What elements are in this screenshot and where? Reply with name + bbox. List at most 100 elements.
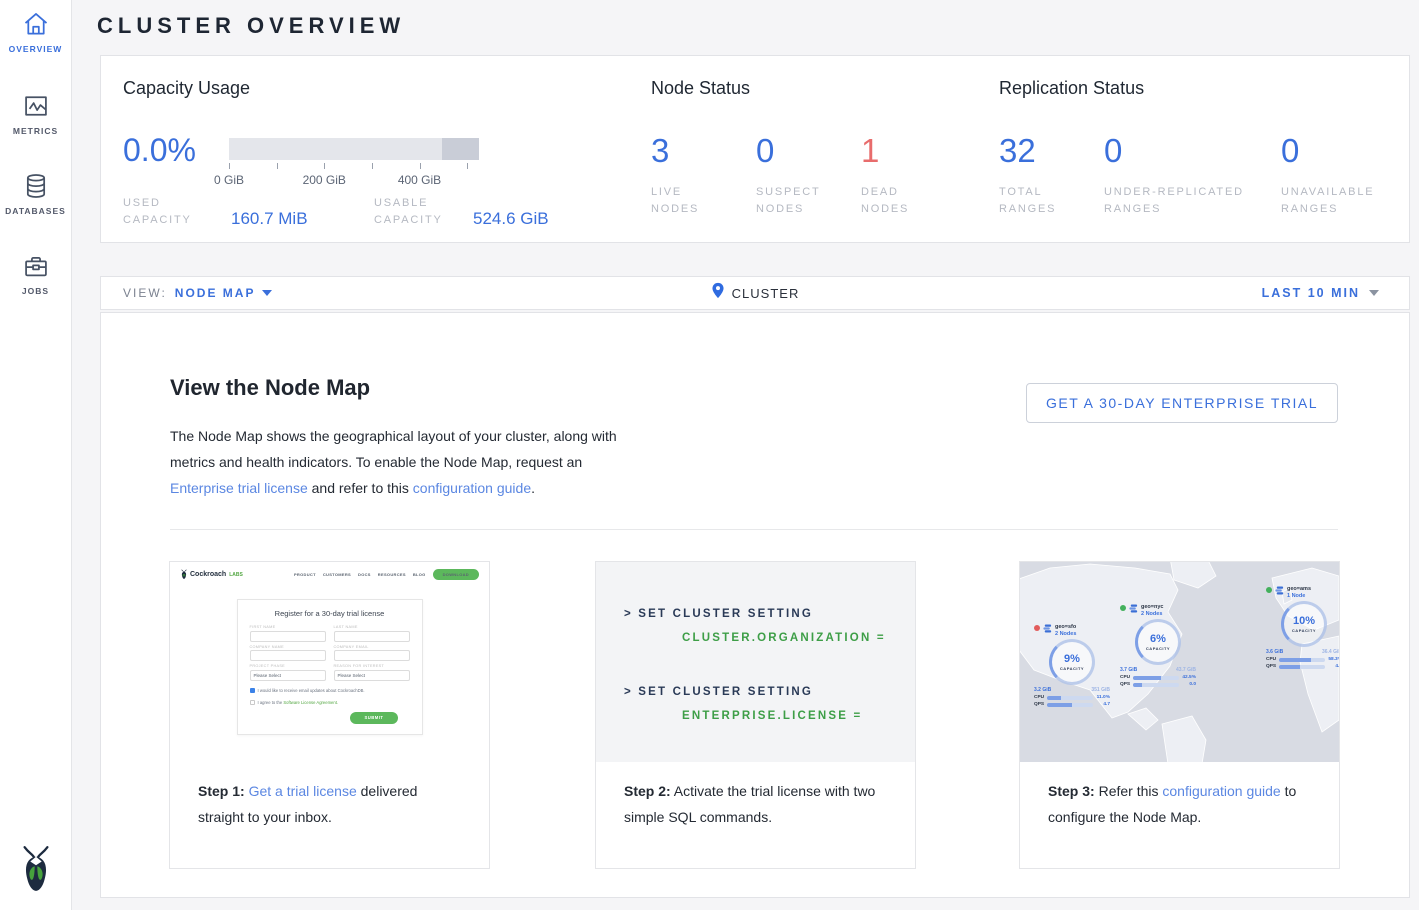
- used-capacity-label: USED CAPACITY: [123, 195, 218, 229]
- download-button: DOWNLOAD: [433, 569, 479, 580]
- text-field: [250, 650, 326, 661]
- cockroach-labs-logo: Cockroach LABS: [180, 569, 243, 580]
- checkbox-label: I agree to the: [258, 700, 284, 705]
- checkbox-checked-icon: [250, 688, 255, 693]
- sql-commands-illustration: > SET CLUSTER SETTING CLUSTER.ORGANIZATI…: [596, 562, 915, 764]
- locality-node-count: 2 Nodes: [1055, 631, 1076, 637]
- capacity-bar-reserved-segment: [442, 138, 480, 160]
- sidebar-item-databases[interactable]: DATABASES: [0, 172, 71, 216]
- unavailable-ranges-metric: 0 UNAVAILABLE RANGES: [1281, 132, 1406, 218]
- node-map-description: The Node Map shows the geographical layo…: [170, 423, 635, 501]
- axis-tick-label: 0 GiB: [214, 173, 244, 187]
- suspect-nodes-value: 0: [756, 132, 841, 170]
- home-icon: [22, 10, 50, 38]
- locality-name: geo=ams: [1287, 586, 1311, 592]
- capacity-bar: 0 GiB 200 GiB 400 GiB: [229, 138, 479, 189]
- cpu-value: 58.3%: [1328, 657, 1339, 662]
- usable-capacity-value: 524.6 GiB: [473, 209, 549, 229]
- capacity-axis-ticks: [229, 163, 479, 171]
- unavailable-ranges-label: UNAVAILABLE RANGES: [1281, 184, 1406, 218]
- capacity-ring: 9% CAPACITY: [1049, 639, 1095, 685]
- capacity-bar-usable-segment: [229, 138, 442, 160]
- locality-ams: geo=ams 1 Node 10% CAPACITY 3.6 GiB36.4 …: [1266, 586, 1339, 669]
- cluster-breadcrumb: CLUSTER: [101, 277, 1409, 309]
- total-ranges-metric: 32 TOTAL RANGES: [999, 132, 1074, 218]
- nav-item: PRODUCT: [294, 572, 316, 577]
- section-divider: [170, 529, 1338, 530]
- cluster-scope-label: CLUSTER: [732, 286, 800, 301]
- cpu-value: 42.5%: [1182, 675, 1196, 680]
- step3-caption: Step 3: Refer this configuration guide t…: [1020, 762, 1339, 868]
- brand-suffix: LABS: [229, 572, 243, 578]
- enterprise-trial-license-link[interactable]: Enterprise trial license: [170, 480, 308, 496]
- nav-item: RESOURCES: [378, 572, 406, 577]
- step3-card: geo=sfo 2 Nodes 9% CAPACITY 3.2 GiB351 G…: [1019, 561, 1340, 869]
- sidebar-item-label: DATABASES: [0, 206, 71, 216]
- suspect-nodes-label: SUSPECT NODES: [756, 184, 841, 218]
- sql-setting-line: CLUSTER.ORGANIZATION =: [596, 626, 915, 650]
- configuration-guide-link[interactable]: configuration guide: [413, 480, 531, 496]
- description-text: The Node Map shows the geographical layo…: [170, 428, 617, 470]
- sidebar-item-label: METRICS: [0, 126, 71, 136]
- sidebar-item-metrics[interactable]: METRICS: [0, 92, 71, 136]
- node-map-heading: View the Node Map: [170, 375, 370, 401]
- dead-nodes-metric: 1 DEAD NODES: [861, 132, 936, 218]
- qps-label: QPS: [1120, 682, 1130, 687]
- checkbox-label: I would like to receive email updates ab…: [258, 688, 365, 693]
- select-field: Please Select: [334, 670, 410, 681]
- capacity-total: 36.4 GiB: [1322, 649, 1339, 655]
- step2-card: > SET CLUSTER SETTING CLUSTER.ORGANIZATI…: [595, 561, 916, 869]
- capacity-label: CAPACITY: [1292, 628, 1316, 633]
- field-label: PROJECT PHASE: [250, 664, 326, 668]
- step-number: Step 3:: [1048, 783, 1095, 799]
- total-ranges-value: 32: [999, 132, 1074, 170]
- chevron-down-icon: [1369, 290, 1379, 296]
- time-range-dropdown[interactable]: LAST 10 MIN: [1262, 277, 1379, 309]
- enterprise-trial-button[interactable]: GET A 30-DAY ENTERPRISE TRIAL: [1026, 383, 1338, 423]
- cpu-label: CPU: [1034, 695, 1044, 700]
- time-range-value: LAST 10 MIN: [1262, 286, 1360, 300]
- under-replicated-ranges-label: UNDER-REPLICATED RANGES: [1104, 184, 1279, 218]
- status-dot-green: [1120, 605, 1126, 611]
- live-nodes-metric: 3 LIVE NODES: [651, 132, 726, 218]
- field-label: REASON FOR INTEREST: [334, 664, 410, 668]
- axis-tick-label: 200 GiB: [303, 173, 346, 187]
- usable-capacity-label: USABLE CAPACITY: [374, 195, 469, 229]
- capacity-usage-title: Capacity Usage: [123, 78, 250, 99]
- sidebar-item-label: OVERVIEW: [0, 44, 71, 54]
- license-agreement-link: Software License Agreement.: [283, 700, 338, 705]
- qps-value: 4.7: [1096, 702, 1110, 707]
- content-area: CLUSTER OVERVIEW Capacity Usage 0.0% 0 G…: [72, 0, 1419, 910]
- database-icon: [22, 172, 50, 200]
- qps-label: QPS: [1034, 702, 1044, 707]
- metrics-icon: [22, 92, 50, 120]
- status-dot-red: [1034, 625, 1040, 631]
- text-field: [334, 650, 410, 661]
- nav-item: BLOG: [413, 572, 426, 577]
- sidebar-item-jobs[interactable]: JOBS: [0, 252, 71, 296]
- get-trial-license-link[interactable]: Get a trial license: [249, 783, 357, 799]
- cluster-overview-screen: OVERVIEW METRICS DATABASES JOBS: [0, 0, 1419, 910]
- form-title: Register for a 30-day trial license: [250, 609, 410, 618]
- brand-name: Cockroach: [190, 571, 226, 578]
- capacity-used: 3.6 GiB: [1266, 649, 1283, 655]
- capacity-total: 43.7 GiB: [1176, 667, 1196, 673]
- sidebar: OVERVIEW METRICS DATABASES JOBS: [0, 0, 72, 910]
- status-dot-green: [1266, 587, 1272, 593]
- cockroachdb-logo: [0, 845, 71, 900]
- briefcase-icon: [22, 252, 50, 280]
- capacity-axis-labels: 0 GiB 200 GiB 400 GiB: [229, 173, 479, 189]
- text-field: [250, 631, 326, 642]
- page-title: CLUSTER OVERVIEW: [97, 13, 405, 39]
- locality-name: geo=sfo: [1055, 624, 1076, 630]
- nav-item: CUSTOMERS: [323, 572, 351, 577]
- description-text: and refer to this: [308, 480, 413, 496]
- dead-nodes-label: DEAD NODES: [861, 184, 936, 218]
- sql-prompt-line: > SET CLUSTER SETTING: [596, 680, 915, 704]
- locality-name: geo=nyc: [1141, 604, 1163, 610]
- locality-node-count: 1 Node: [1287, 593, 1311, 599]
- configuration-guide-link[interactable]: configuration guide: [1162, 783, 1280, 799]
- nodes-stack-icon: [1275, 586, 1284, 595]
- used-capacity-value: 160.7 MiB: [231, 209, 308, 229]
- sidebar-item-overview[interactable]: OVERVIEW: [0, 10, 71, 54]
